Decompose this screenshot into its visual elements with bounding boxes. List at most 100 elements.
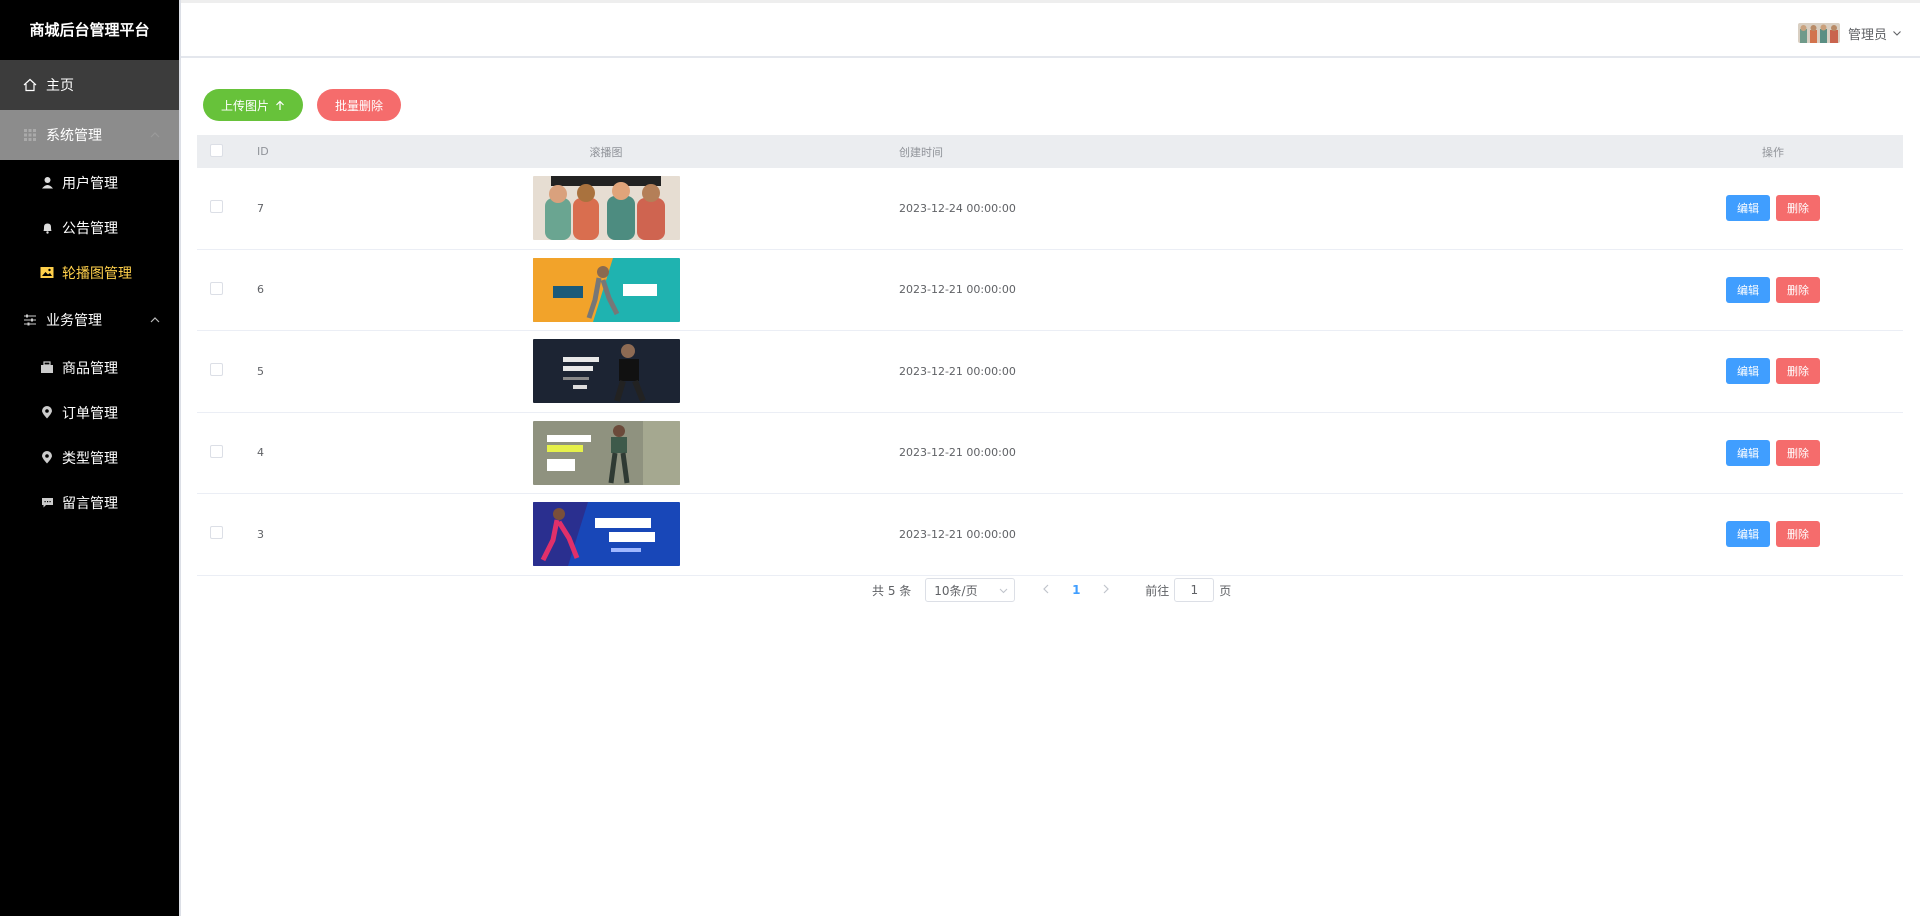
sidebar-item-label: 公告管理 — [62, 220, 118, 237]
goto-suffix: 页 — [1219, 583, 1232, 598]
sidebar-title: 商城后台管理平台 — [29, 21, 150, 39]
chevron-down-icon — [1892, 28, 1902, 38]
user-menu[interactable]: 管理员 — [1797, 23, 1902, 43]
page-size-value: 10条/页 — [934, 583, 978, 598]
table-row: 6 2023-12-21 00:00:00 编辑 删除 — [197, 250, 1903, 331]
page-number-current[interactable]: 1 — [1059, 583, 1093, 597]
row-created: 2023-12-21 00:00:00 — [899, 446, 1016, 460]
edit-button[interactable]: 编辑 — [1726, 521, 1770, 548]
location-icon — [40, 406, 54, 420]
toolbar: 上传图片 批量删除 — [203, 89, 415, 121]
goto-prefix: 前往 — [1145, 583, 1170, 598]
batch-delete-button[interactable]: 批量删除 — [317, 89, 402, 121]
chevron-up-icon — [149, 129, 161, 141]
sidebar-item-label: 类型管理 — [62, 450, 118, 467]
row-id: 5 — [257, 364, 264, 378]
goods-icon — [40, 361, 54, 375]
row-checkbox[interactable] — [210, 281, 223, 295]
user-name: 管理员 — [1847, 27, 1887, 43]
chevron-up-icon — [149, 314, 161, 326]
sidebar-divider — [179, 0, 181, 916]
sliders-icon — [22, 312, 38, 328]
next-page-button[interactable] — [1093, 583, 1119, 597]
sidebar-item-orders[interactable]: 订单管理 — [0, 390, 179, 435]
sidebar-group-label: 业务管理 — [46, 313, 102, 329]
delete-button[interactable]: 删除 — [1776, 195, 1820, 222]
sidebar-item-home[interactable]: 主页 — [0, 60, 179, 110]
pagination-total: 共 5 条 — [872, 583, 912, 598]
sidebar-group-business[interactable]: 业务管理 — [0, 295, 179, 345]
sidebar-item-label: 订单管理 — [62, 405, 118, 422]
arrow-up-icon — [275, 100, 285, 111]
sidebar-item-users[interactable]: 用户管理 — [0, 160, 179, 205]
sidebar-item-label: 商品管理 — [62, 360, 118, 377]
row-created: 2023-12-21 00:00:00 — [899, 283, 1016, 297]
goto-page-input[interactable]: 1 — [1174, 578, 1215, 602]
row-created: 2023-12-21 00:00:00 — [899, 364, 1016, 378]
carousel-image — [532, 339, 680, 404]
column-header-created: 创建时间 — [899, 145, 943, 159]
sidebar-group-label: 系统管理 — [46, 128, 102, 144]
column-header-ops: 操作 — [1762, 145, 1784, 159]
carousel-image — [532, 502, 680, 567]
edit-button[interactable]: 编辑 — [1726, 358, 1770, 385]
carousel-table: ID 滚播图 创建时间 操作 7 2023-12-24 00:00:00 编辑 … — [197, 135, 1903, 576]
table-header: ID 滚播图 创建时间 操作 — [197, 135, 1903, 168]
carousel-image — [532, 420, 680, 485]
table-row: 5 2023-12-21 00:00:00 编辑 删除 — [197, 331, 1903, 413]
home-icon — [22, 77, 38, 93]
sidebar-item-carousel[interactable]: 轮播图管理 — [0, 250, 179, 295]
sidebar-item-types[interactable]: 类型管理 — [0, 435, 179, 480]
prev-page-button[interactable] — [1033, 583, 1059, 597]
row-created: 2023-12-21 00:00:00 — [899, 527, 1016, 541]
sidebar-item-notices[interactable]: 公告管理 — [0, 205, 179, 250]
goto-page: 前往 1 页 — [1145, 578, 1231, 602]
upload-image-button[interactable]: 上传图片 — [203, 89, 304, 121]
edit-button[interactable]: 编辑 — [1726, 276, 1770, 303]
upload-label: 上传图片 — [221, 98, 270, 113]
app-root: 商城后台管理平台 主页 系统管理 用户管理 公告管理 轮播图管理 业务管理 商品… — [0, 0, 1920, 916]
row-checkbox[interactable] — [210, 363, 223, 377]
picture-icon — [40, 266, 54, 280]
select-all-checkbox[interactable] — [210, 143, 223, 157]
table-row: 4 2023-12-21 00:00:00 编辑 删除 — [197, 413, 1903, 494]
column-header-id: ID — [257, 145, 269, 158]
sidebar-item-label: 用户管理 — [62, 175, 118, 192]
avatar — [1797, 23, 1840, 43]
delete-button[interactable]: 删除 — [1776, 276, 1820, 303]
table-row: 7 2023-12-24 00:00:00 编辑 删除 — [197, 168, 1903, 250]
sidebar-item-label: 主页 — [46, 78, 74, 94]
carousel-image — [532, 257, 680, 322]
chevron-down-icon — [999, 586, 1008, 595]
sidebar-group-system[interactable]: 系统管理 — [0, 110, 179, 160]
delete-button[interactable]: 删除 — [1776, 521, 1820, 548]
row-id: 6 — [257, 283, 264, 297]
table-row: 3 2023-12-21 00:00:00 编辑 删除 — [197, 494, 1903, 576]
column-header-image: 滚播图 — [589, 145, 623, 159]
sidebar-item-label: 轮播图管理 — [62, 265, 132, 282]
sidebar-item-messages[interactable]: 留言管理 — [0, 480, 179, 525]
edit-button[interactable]: 编辑 — [1726, 439, 1770, 466]
row-checkbox[interactable] — [210, 200, 223, 214]
carousel-image — [532, 176, 680, 241]
grid-icon — [22, 127, 38, 143]
edit-button[interactable]: 编辑 — [1726, 195, 1770, 222]
batch-delete-label: 批量删除 — [335, 98, 384, 113]
row-checkbox[interactable] — [210, 526, 223, 540]
bell-icon — [40, 221, 54, 235]
delete-button[interactable]: 删除 — [1776, 439, 1820, 466]
location-icon — [40, 451, 54, 465]
top-header: 管理员 — [181, 0, 1920, 58]
row-created: 2023-12-24 00:00:00 — [899, 201, 1016, 215]
row-id: 4 — [257, 446, 264, 460]
sidebar-item-goods[interactable]: 商品管理 — [0, 345, 179, 390]
user-icon — [40, 176, 54, 190]
row-checkbox[interactable] — [210, 444, 223, 458]
message-icon — [40, 496, 54, 510]
page-size-select[interactable]: 10条/页 — [925, 578, 1016, 602]
delete-button[interactable]: 删除 — [1776, 358, 1820, 385]
row-id: 7 — [257, 201, 264, 215]
sidebar-item-label: 留言管理 — [62, 495, 118, 512]
sidebar: 商城后台管理平台 主页 系统管理 用户管理 公告管理 轮播图管理 业务管理 商品… — [0, 0, 179, 916]
row-id: 3 — [257, 527, 264, 541]
